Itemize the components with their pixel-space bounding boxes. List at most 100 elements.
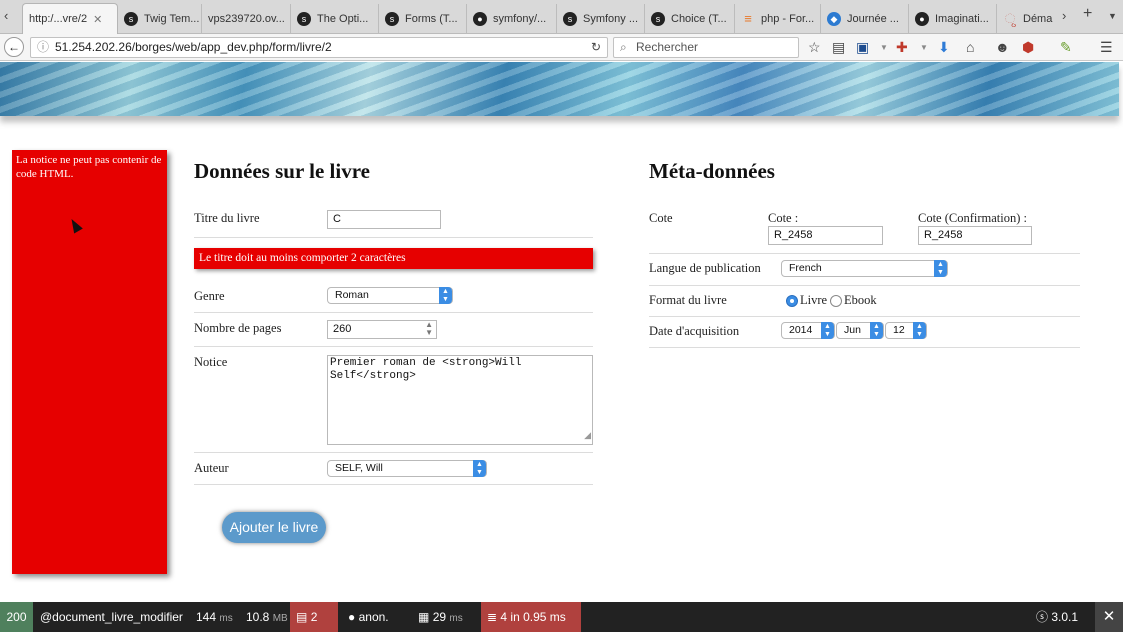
route-name[interactable]: @document_livre_modifier — [34, 602, 189, 632]
symfony-version[interactable]: ⓢ 3.0.1 — [1030, 602, 1084, 632]
bookmark-star-icon[interactable]: ☆ — [808, 39, 821, 56]
user-info[interactable]: ● anon. — [342, 602, 395, 632]
divider — [194, 312, 593, 313]
download-icon[interactable]: ⬇ — [938, 39, 950, 56]
url-text: 51.254.202.26/borges/web/app_dev.php/for… — [55, 40, 332, 54]
request-time-unit: ms — [219, 613, 233, 624]
search-icon: ⌕ — [620, 40, 627, 54]
pages-input[interactable]: 260 ▲ ▼ — [327, 320, 437, 339]
tab-forms[interactable]: s Forms (T... — [379, 4, 467, 34]
symfony-debug-toolbar: 200 @document_livre_modifier 144 ms 10.8… — [0, 602, 1123, 632]
request-time-value: 144 — [196, 610, 217, 624]
auteur-select[interactable]: SELF, Will ▲ ▼ — [327, 460, 487, 477]
status-code-badge[interactable]: 200 — [0, 602, 33, 632]
twig-time-unit: ms — [449, 613, 463, 624]
back-button[interactable]: ← — [4, 37, 24, 57]
divider — [194, 346, 593, 347]
date-year-select[interactable]: 2014 ▲ ▼ — [781, 322, 835, 339]
dropdown-icon[interactable]: ▼ — [920, 43, 928, 52]
reload-icon[interactable]: ↻ — [591, 38, 601, 57]
spinner-icon[interactable]: ▲ ▼ — [425, 321, 433, 337]
notice-textarea[interactable]: Premier roman de <strong>Will Self</stro… — [327, 355, 593, 445]
user-name: anon. — [358, 610, 389, 624]
submit-button[interactable]: Ajouter le livre — [222, 512, 326, 543]
tab-label: Forms (T... — [405, 13, 458, 25]
home-icon[interactable]: ⌂ — [966, 39, 974, 55]
url-bar[interactable]: ⓘ 51.254.202.26/borges/web/app_dev.php/f… — [30, 37, 608, 58]
database-queries: 4 in 0.95 ms — [500, 610, 566, 624]
chevron-updown-icon: ▲ ▼ — [934, 260, 947, 277]
template-icon: ▦ — [418, 610, 430, 624]
format-label: Format du livre — [649, 293, 727, 307]
format-radio-ebook[interactable]: Ebook — [830, 293, 877, 308]
langue-select[interactable]: French ▲ ▼ — [781, 260, 948, 277]
tab-vps[interactable]: vps239720.ov... — [202, 4, 291, 34]
dropdown-icon[interactable]: ▼ — [880, 43, 888, 52]
genre-select[interactable]: Roman ▲ ▼ — [327, 287, 453, 304]
tab-twig[interactable]: s Twig Tem... — [118, 4, 202, 34]
chevron-updown-icon: ▲ ▼ — [439, 287, 452, 304]
close-toolbar-icon[interactable]: ✕ — [1095, 602, 1123, 632]
divider — [194, 484, 593, 485]
titre-input[interactable]: C — [327, 210, 441, 229]
tab-symfony-github[interactable]: ● symfony/... — [467, 4, 557, 34]
tab-php[interactable]: ≡ php - For... — [735, 4, 821, 34]
tab-list-icon[interactable]: ▼ — [1108, 11, 1117, 21]
request-time[interactable]: 144 ms — [190, 602, 239, 632]
header-banner — [0, 62, 1119, 116]
format-radio-livre[interactable]: Livre — [786, 293, 827, 308]
symfony-icon: s — [563, 12, 577, 26]
globe-icon: ◆ — [827, 12, 841, 26]
genre-value: Roman — [335, 289, 369, 301]
twig-time[interactable]: ▦ 29 ms — [412, 602, 469, 632]
radio-unchecked-icon[interactable] — [830, 294, 842, 307]
info-icon[interactable]: ⓘ — [37, 38, 49, 57]
auteur-value: SELF, Will — [335, 462, 383, 474]
date-month-select[interactable]: Jun ▲ ▼ — [836, 322, 884, 339]
tab-demarche[interactable]: ୃ Déma — [997, 4, 1057, 34]
firstaid-icon[interactable]: ✚ — [896, 39, 908, 56]
date-month-value: Jun — [844, 324, 861, 336]
memory-usage[interactable]: 10.8 MB — [240, 602, 294, 632]
langue-value: French — [789, 262, 822, 274]
tab-label: vps239720.ov... — [208, 13, 285, 25]
tab-the-opti[interactable]: s The Opti... — [291, 4, 379, 34]
date-day-select[interactable]: 12 ▲ ▼ — [885, 322, 927, 339]
divider — [649, 316, 1080, 317]
tab-imagination[interactable]: ● Imaginati... — [909, 4, 997, 34]
radio-checked-icon[interactable] — [786, 294, 798, 307]
github-icon: ● — [915, 12, 929, 26]
resize-grip-icon[interactable]: ◢ — [584, 430, 591, 443]
tab-choice[interactable]: s Choice (T... — [645, 4, 735, 34]
close-tab-icon[interactable]: ✕ — [93, 13, 102, 26]
tabs-scroll-left-icon[interactable]: ‹ — [4, 8, 8, 23]
chat-icon[interactable]: ☻ — [995, 39, 1010, 55]
symfony-logo-icon: ⓢ — [1036, 610, 1049, 624]
tab-label: Imaginati... — [935, 13, 989, 25]
reading-list-icon[interactable]: ▤ — [832, 39, 845, 56]
notice-error-panel: La notice ne peut pas contenir de code H… — [12, 150, 167, 574]
cote-confirmation-input[interactable]: R_2458 — [918, 226, 1032, 245]
extension-icon[interactable]: ✎ — [1060, 39, 1072, 56]
symfony-icon: s — [297, 12, 311, 26]
cote-label: Cote — [649, 211, 673, 225]
cote-input[interactable]: R_2458 — [768, 226, 883, 245]
livre-heading: Données sur le livre — [194, 159, 370, 183]
notice-error-text: La notice ne peut pas contenir de code H… — [16, 154, 162, 180]
tab-journee[interactable]: ◆ Journée ... — [821, 4, 909, 34]
tab-symfony[interactable]: s Symfony ... — [557, 4, 645, 34]
clipboard-icon: ▤ — [296, 610, 308, 624]
tab-label: Journée ... — [847, 13, 899, 25]
tab-active[interactable]: http:/...vre/2 ✕ — [22, 3, 118, 34]
search-input[interactable]: ⌕ Rechercher — [613, 37, 799, 58]
divider — [649, 285, 1080, 286]
forms-errors-badge[interactable]: ▤ 2 — [290, 602, 338, 632]
new-tab-icon[interactable]: + — [1083, 5, 1092, 23]
github-icon: ● — [473, 12, 487, 26]
pages-label: Nombre de pages — [194, 321, 282, 335]
menu-icon[interactable]: ☰ — [1100, 39, 1113, 56]
tabs-scroll-right-icon[interactable]: › — [1062, 8, 1066, 23]
save-icon[interactable]: ▣ — [856, 39, 869, 56]
adblock-icon[interactable]: ⬢ — [1022, 39, 1034, 56]
database-queries-badge[interactable]: ≣ 4 in 0.95 ms — [481, 602, 581, 632]
